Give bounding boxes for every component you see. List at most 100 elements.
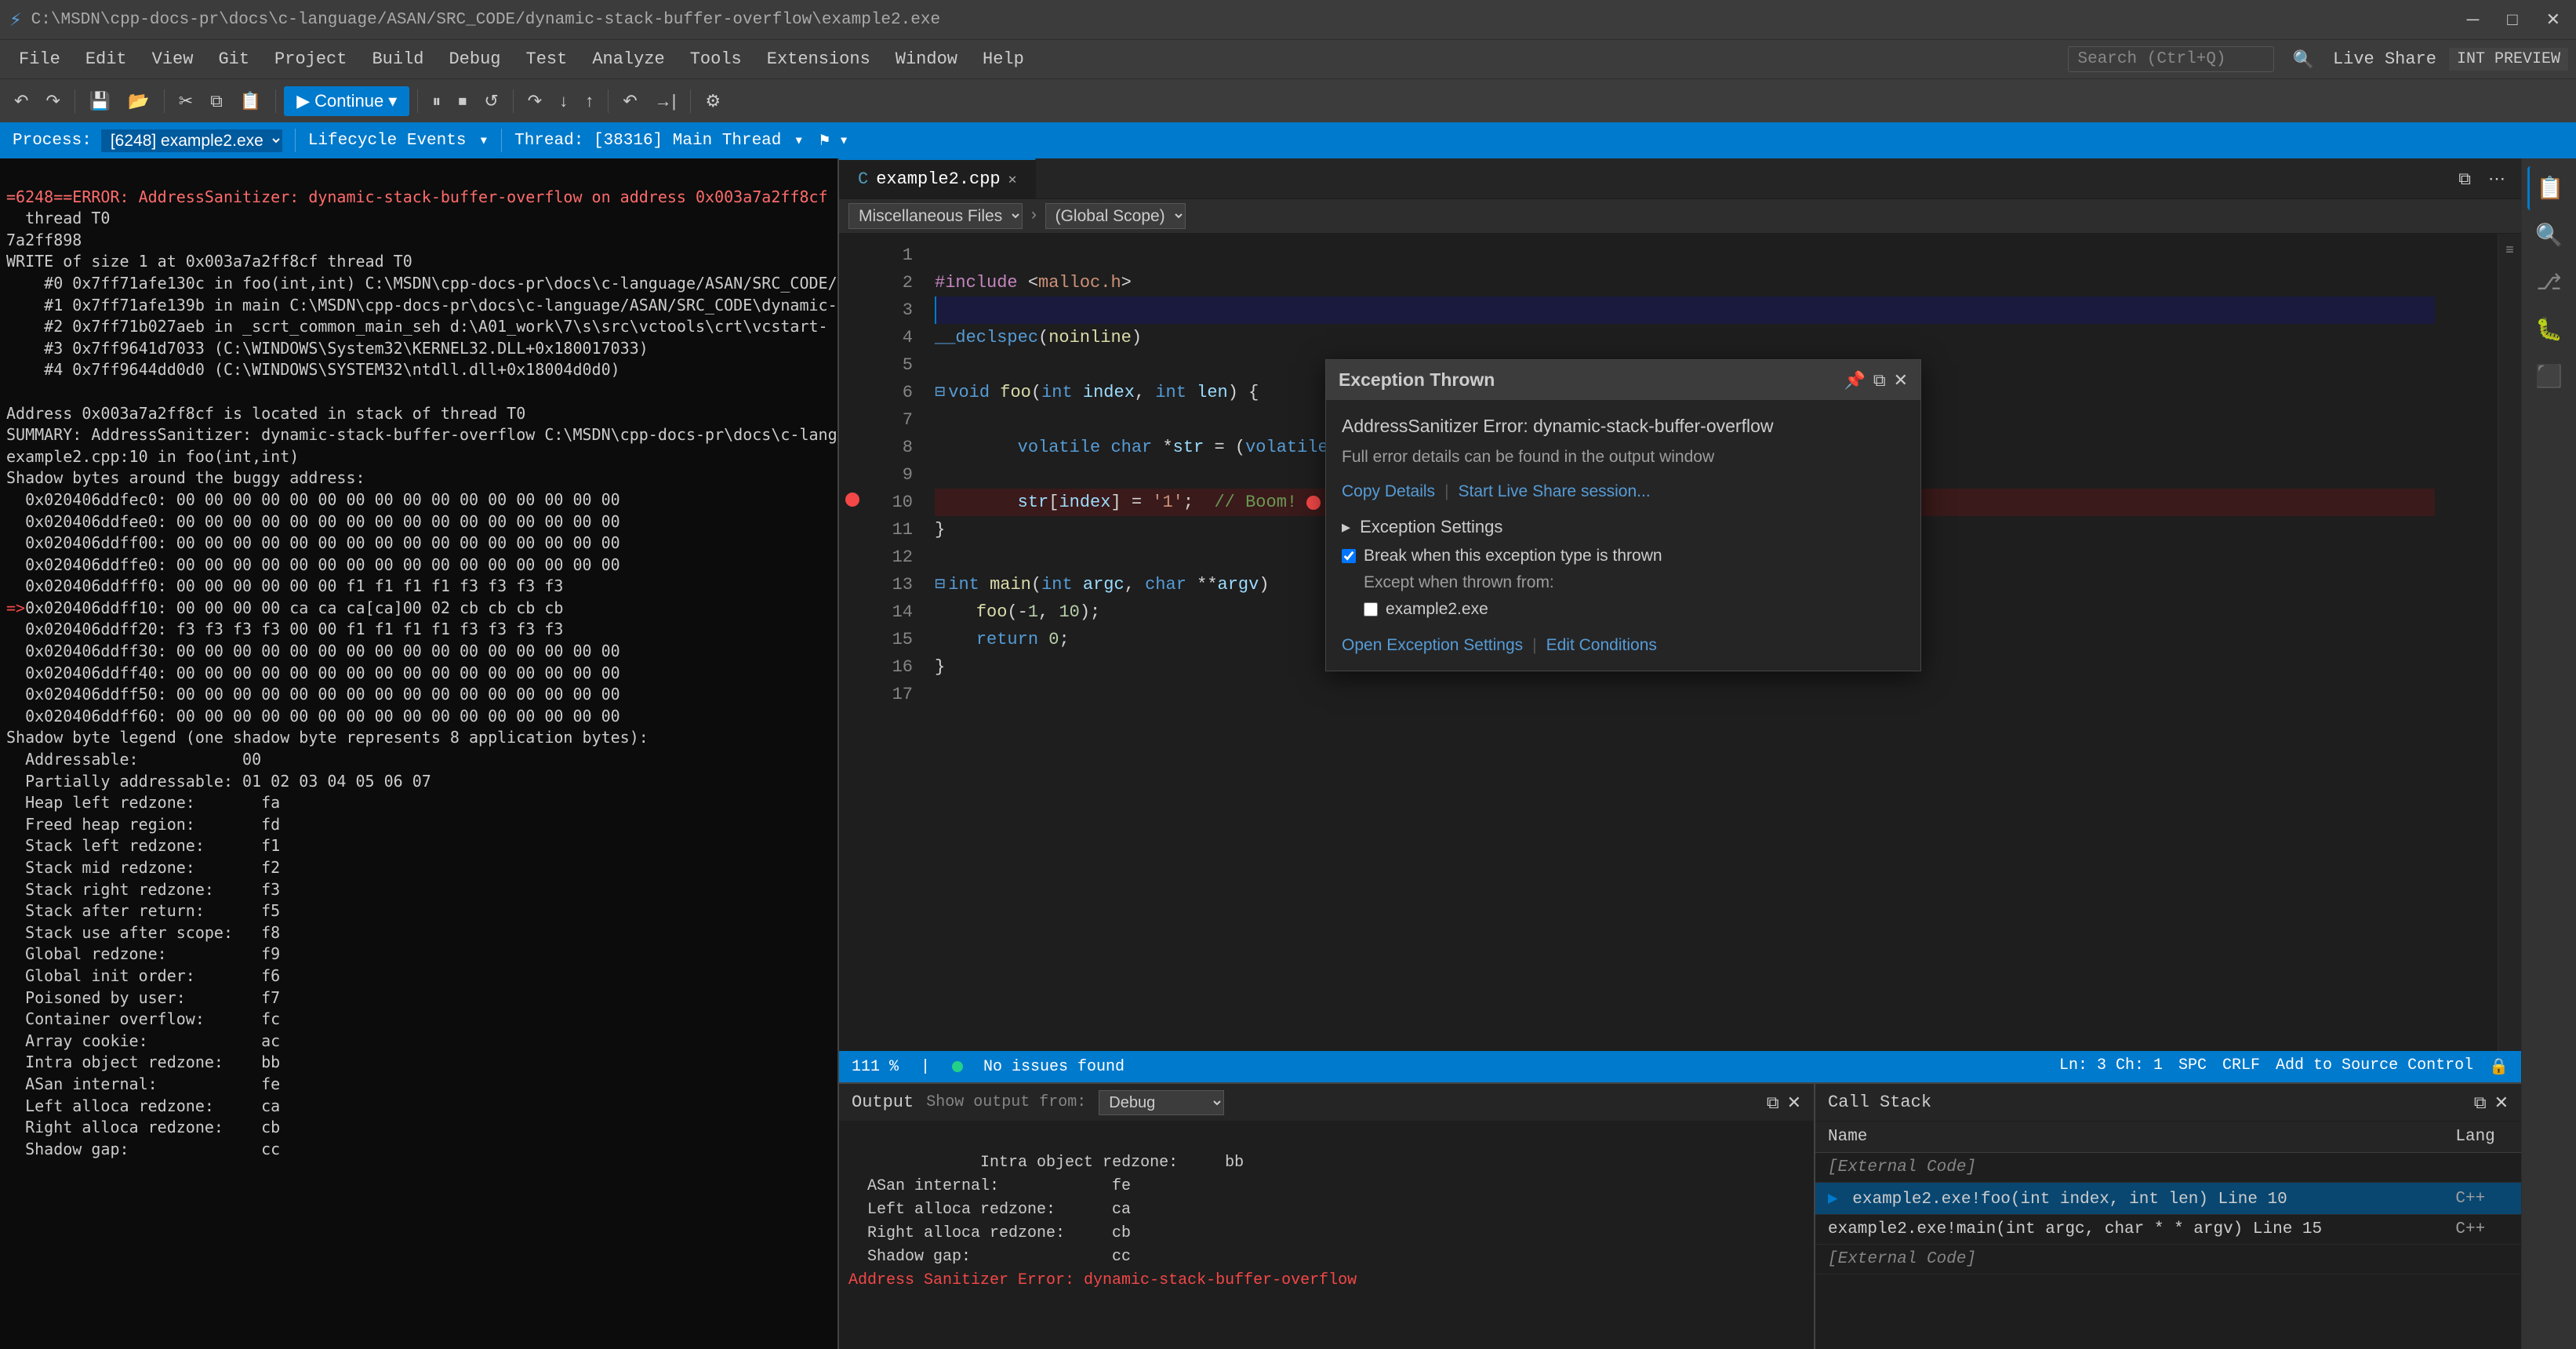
app-container: ⚡ C:\MSDN\cpp-docs-pr\docs\c-language/AS… <box>0 0 2576 1349</box>
activity-debug[interactable]: 🐛 <box>2527 307 2571 351</box>
vs-logo: ⚡ <box>9 8 22 32</box>
activity-extensions[interactable]: ⬛ <box>2527 355 2571 398</box>
menu-help[interactable]: Help <box>972 46 1035 72</box>
popup-popout-button[interactable]: ⧉ <box>1873 370 1886 391</box>
menu-project[interactable]: Project <box>263 46 358 72</box>
step-over-button[interactable]: ↷ <box>521 87 548 115</box>
open-exception-settings-link[interactable]: Open Exception Settings <box>1342 636 1523 655</box>
table-row[interactable]: [External Code] <box>1815 1153 2521 1183</box>
menu-build[interactable]: Build <box>361 46 434 72</box>
split-editor-button[interactable]: ⧉ <box>2452 165 2477 193</box>
popup-body: AddressSanitizer Error: dynamic-stack-bu… <box>1326 400 1920 671</box>
table-row[interactable]: [External Code] <box>1815 1245 2521 1274</box>
activity-search[interactable]: 🔍 <box>2527 213 2571 257</box>
menu-window[interactable]: Window <box>885 46 968 72</box>
breakpoint-line10[interactable] <box>845 493 859 507</box>
more-actions-button[interactable]: ⋯ <box>2482 165 2512 193</box>
menu-test[interactable]: Test <box>515 46 579 72</box>
thread-dropdown-icon[interactable]: ▾ <box>794 130 804 151</box>
settings-button[interactable]: ⚙ <box>699 87 727 115</box>
output-filter-select[interactable]: Debug <box>1099 1090 1224 1115</box>
terminal-content: =6248==ERROR: AddressSanitizer: dynamic-… <box>6 165 831 1182</box>
bottom-panels: Output Show output from: Debug ⧉ ✕ In <box>839 1082 2521 1349</box>
title-path: C:\MSDN\cpp-docs-pr\docs\c-language/ASAN… <box>31 11 940 29</box>
breakpoints-button[interactable]: ⏸ <box>426 87 447 115</box>
minimize-button[interactable]: ─ <box>2461 5 2486 34</box>
menu-bar: File Edit View Git Project Build Debug T… <box>0 39 2576 78</box>
lifecycle-dropdown-icon[interactable]: ▾ <box>478 130 489 151</box>
menu-tools[interactable]: Tools <box>679 46 753 72</box>
callstack-close-button[interactable]: ✕ <box>2494 1093 2509 1113</box>
open-file-button[interactable]: 📂 <box>122 87 155 115</box>
scope-select[interactable]: (Global Scope) <box>1045 203 1186 229</box>
search-bar[interactable]: Search (Ctrl+Q) <box>2068 46 2274 72</box>
except-example2-row: example2.exe <box>1364 600 1905 619</box>
popup-footer-sep: | <box>1532 636 1536 655</box>
step-out-button[interactable]: ↑ <box>579 87 600 115</box>
thread-dropdown2-icon[interactable]: ▾ <box>839 130 849 151</box>
save-button[interactable]: 💾 <box>83 87 117 115</box>
activity-source-control[interactable]: ⎇ <box>2527 260 2571 304</box>
popup-pin-button[interactable]: 📌 <box>1844 370 1865 391</box>
paste-button[interactable]: 📋 <box>234 87 267 115</box>
stop-debug-button[interactable]: ⏹ <box>452 87 473 115</box>
except-example2-checkbox[interactable] <box>1364 602 1378 616</box>
callstack-expand-button[interactable]: ⧉ <box>2474 1093 2487 1113</box>
table-row[interactable]: ▶ example2.exe!foo(int index, int len) L… <box>1815 1183 2521 1215</box>
frame-lang-main: C++ <box>2443 1215 2521 1245</box>
tab-close-button[interactable]: ✕ <box>1008 171 1017 188</box>
popup-close-button[interactable]: ✕ <box>1894 370 1908 391</box>
menu-analyze[interactable]: Analyze <box>581 46 675 72</box>
process-select[interactable]: [6248] example2.exe <box>101 129 282 152</box>
continue-dropdown-icon[interactable]: ▾ <box>388 91 397 111</box>
copy-button[interactable]: ⧉ <box>204 87 229 115</box>
active-frame-icon: ▶ <box>1828 1191 1838 1209</box>
step-into-button[interactable]: ↓ <box>553 87 574 115</box>
callstack-table: Name Lang [External Code] <box>1815 1122 2521 1349</box>
menu-file[interactable]: File <box>8 46 71 72</box>
continue-button[interactable]: ▶ Continue ▾ <box>284 86 409 116</box>
live-share-button[interactable]: Live Share <box>2333 49 2436 69</box>
continue-label: Continue <box>314 91 383 111</box>
frame-external-1: [External Code] <box>1815 1153 2443 1183</box>
cut-button[interactable]: ✂ <box>173 87 199 115</box>
toolbar-sep-1 <box>74 89 75 113</box>
toolbar-sep-7 <box>690 89 691 113</box>
menu-view[interactable]: View <box>141 46 205 72</box>
copy-details-link[interactable]: Copy Details <box>1342 482 1435 501</box>
menu-debug[interactable]: Debug <box>438 46 511 72</box>
popup-header-icons: 📌 ⧉ ✕ <box>1844 370 1908 391</box>
frame-external-2: [External Code] <box>1815 1245 2443 1274</box>
run-to-click-button[interactable]: →| <box>649 87 683 115</box>
redo-button[interactable]: ↷ <box>39 87 66 115</box>
output-content: Intra object redzone: bb ASan internal: … <box>839 1122 1814 1349</box>
editor-right-sidebar: ≡ <box>2498 234 2521 1051</box>
ln-col: Ln: 3 Ch: 1 <box>2059 1056 2163 1077</box>
menu-extensions[interactable]: Extensions <box>756 46 881 72</box>
tab-example2-cpp[interactable]: C example2.cpp ✕ <box>839 158 1036 199</box>
crlf-label: CRLF <box>2222 1056 2260 1077</box>
undo-button[interactable]: ↶ <box>8 87 35 115</box>
callstack-panel-header-right: ⧉ ✕ <box>2474 1093 2509 1113</box>
restart-debug-button[interactable]: ↺ <box>478 87 504 115</box>
output-expand-button[interactable]: ⧉ <box>1767 1093 1779 1113</box>
break-on-exception-checkbox[interactable] <box>1342 549 1356 563</box>
maximize-button[interactable]: □ <box>2501 5 2523 34</box>
output-close-button[interactable]: ✕ <box>1787 1093 1801 1113</box>
menu-edit[interactable]: Edit <box>74 46 138 72</box>
edit-conditions-link[interactable]: Edit Conditions <box>1546 636 1657 655</box>
popup-footer: Open Exception Settings | Edit Condition… <box>1342 627 1905 655</box>
menu-git[interactable]: Git <box>207 46 260 72</box>
callstack-panel: Call Stack ⧉ ✕ Name Lang <box>1815 1084 2521 1349</box>
step-back-button[interactable]: ↶ <box>616 87 643 115</box>
activity-explorer[interactable]: 📋 <box>2527 166 2571 210</box>
source-control-label[interactable]: Add to Source Control <box>2276 1056 2473 1077</box>
close-button[interactable]: ✕ <box>2540 5 2567 34</box>
lock-icon: 🔒 <box>2489 1056 2509 1077</box>
table-row[interactable]: example2.exe!main(int argc, char * * arg… <box>1815 1215 2521 1245</box>
live-share-link[interactable]: Start Live Share session... <box>1459 482 1651 501</box>
search-icon[interactable]: 🔍 <box>2287 45 2320 74</box>
popup-section-title: ▸ Exception Settings <box>1342 517 1905 537</box>
file-context-select[interactable]: Miscellaneous Files <box>848 203 1023 229</box>
editor-area: 1 2 3 4 5 6 7 8 9 10 11 12 13 14 15 16 1 <box>839 234 2521 1051</box>
